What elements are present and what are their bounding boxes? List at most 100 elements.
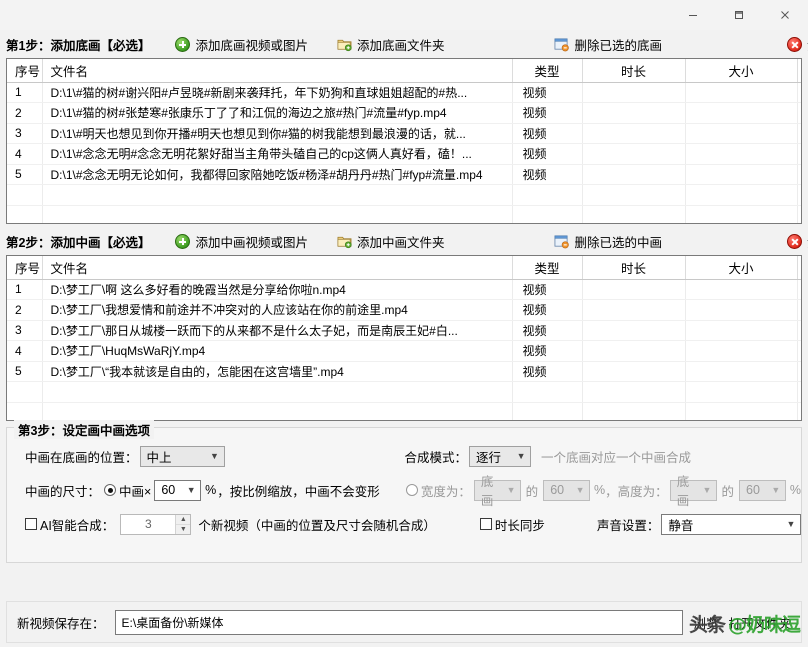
- table-row[interactable]: 5 D:\梦工厂\“我本就该是自由的，怎能困在这宫墙里”.mp4 视频: [7, 361, 801, 382]
- cell-index: [7, 402, 43, 420]
- step2-clear-table-button[interactable]: 清空表格: [787, 232, 808, 251]
- table-row[interactable]: 4 D:\梦工厂\HuqMsWaRjY.mp4 视频: [7, 340, 801, 362]
- table-row[interactable]: [7, 381, 801, 403]
- table-row[interactable]: [7, 184, 801, 206]
- cell-spacer: [797, 164, 801, 185]
- table-row[interactable]: 1 D:\1\#猫的树#谢兴阳#卢昱晓#新剧来袭拜托，年下奶狗和直球姐姐超配的#…: [7, 82, 801, 103]
- cell-spacer: [797, 184, 801, 206]
- browse-button[interactable]: 浏览: [693, 613, 718, 632]
- maximize-icon: [735, 11, 743, 19]
- cell-index: 4: [7, 340, 43, 362]
- table-row[interactable]: 1 D:\梦工厂\啊 这么多好看的晚霞当然是分享给你啦n.mp4 视频: [7, 279, 801, 300]
- table-row[interactable]: 3 D:\1\#明天也想见到你开播#明天也想见到你#猫的树我能想到最浪漫的话，就…: [7, 123, 801, 144]
- step2-table-body: 1 D:\梦工厂\啊 这么多好看的晚霞当然是分享给你啦n.mp4 视频 2 D:…: [7, 279, 801, 420]
- step1-add-folder-label: 添加底画文件夹: [356, 38, 445, 53]
- step1-delete-selected-button[interactable]: 删除已选的底画: [554, 35, 662, 54]
- step1-add-folder-button[interactable]: 添加底画文件夹: [337, 35, 445, 54]
- scale-radio[interactable]: [104, 484, 117, 496]
- height-value-select[interactable]: 60 ▼: [739, 479, 786, 501]
- cell-type: 视频: [512, 279, 583, 300]
- position-select[interactable]: 中上 ▼: [139, 445, 225, 467]
- spin-up-icon[interactable]: ▲: [176, 515, 191, 525]
- sound-select[interactable]: 静音 ▼: [661, 513, 801, 535]
- step2-table: 序号 文件名 类型 时长 大小 1 D:\梦工厂\啊 这么多好看的晚霞当然是分享…: [7, 256, 801, 420]
- cell-spacer: [797, 82, 801, 103]
- ai-count-spin-buttons[interactable]: ▲ ▼: [175, 514, 191, 534]
- cell-spacer: [797, 320, 801, 341]
- width-height-radio[interactable]: [405, 484, 418, 496]
- close-button[interactable]: [762, 0, 808, 30]
- chevron-down-icon: ▼: [786, 519, 796, 529]
- save-path-input[interactable]: [119, 614, 679, 630]
- step3-title: 第3步：设定画中画选项: [14, 420, 154, 439]
- step2-table-container[interactable]: 序号 文件名 类型 时长 大小 1 D:\梦工厂\啊 这么多好看的晚霞当然是分享…: [6, 255, 802, 421]
- step1-add-media-button[interactable]: 添加底画视频或图片: [175, 35, 308, 54]
- cell-duration: [582, 279, 686, 300]
- table-row[interactable]: 3 D:\梦工厂\那日从城楼一跃而下的从来都不是什么太子妃，而是南辰王妃#白..…: [7, 320, 801, 341]
- minimize-icon: [689, 15, 697, 16]
- scale-value-select[interactable]: 60 ▼: [154, 479, 202, 501]
- chevron-down-icon: ▼: [186, 485, 196, 495]
- maximize-button[interactable]: [716, 0, 762, 30]
- cell-duration: [582, 102, 686, 124]
- cell-index: 1: [7, 82, 43, 103]
- step2-delete-selected-button[interactable]: 删除已选的中画: [554, 232, 662, 251]
- duration-sync-checkbox[interactable]: [479, 518, 492, 530]
- ai-count-stepper[interactable]: ▲ ▼: [120, 513, 192, 535]
- open-folder-button[interactable]: 打开文件夹: [728, 613, 791, 632]
- step2-add-media-label: 添加中画视频或图片: [195, 235, 308, 250]
- width-value-select[interactable]: 60 ▼: [543, 479, 591, 501]
- position-select-value: 中上: [146, 450, 172, 465]
- column-header-size[interactable]: 大小: [685, 256, 798, 280]
- table-row[interactable]: 2 D:\梦工厂\我想爱情和前途并不冲突对的人应该站在你的前途里.mp4 视频: [7, 299, 801, 321]
- cell-size: [685, 279, 798, 300]
- cell-spacer: [797, 143, 801, 165]
- column-header-type[interactable]: 类型: [512, 59, 583, 83]
- cell-size: [685, 143, 798, 165]
- mode-select-value: 逐行: [476, 450, 502, 465]
- step1-table-container[interactable]: 序号 文件名 类型 时长 大小 1 D:\1\#猫的树#谢兴阳#卢昱晓#新剧来袭…: [6, 58, 802, 224]
- column-header-size[interactable]: 大小: [685, 59, 798, 83]
- cell-duration: [582, 381, 686, 403]
- column-header-index[interactable]: 序号: [7, 59, 43, 83]
- save-path-field[interactable]: [114, 609, 684, 635]
- column-header-type[interactable]: 类型: [512, 256, 583, 280]
- cell-type: [512, 381, 583, 403]
- minimize-button[interactable]: [670, 0, 716, 30]
- table-row[interactable]: [7, 402, 801, 420]
- table-row[interactable]: 4 D:\1\#念念无明#念念无明花絮好甜当主角带头磕自己的cp这俩人真好看，磕…: [7, 143, 801, 165]
- table-row[interactable]: 5 D:\1\#念念无明无论如何，我都得回家陪她吃饭#杨泽#胡丹丹#热门#fyp…: [7, 164, 801, 185]
- cell-duration: [582, 299, 686, 321]
- table-row[interactable]: [7, 205, 801, 223]
- cell-type: 视频: [512, 123, 583, 144]
- cell-duration: [582, 143, 686, 165]
- column-header-filename[interactable]: 文件名: [42, 256, 513, 280]
- spin-down-icon[interactable]: ▼: [176, 525, 190, 534]
- duration-sync-label: 时长同步: [494, 518, 545, 533]
- step2-add-media-button[interactable]: 添加中画视频或图片: [175, 232, 308, 251]
- ai-count-input[interactable]: [121, 514, 176, 534]
- column-header-duration[interactable]: 时长: [582, 59, 686, 83]
- column-header-filename[interactable]: 文件名: [42, 59, 513, 83]
- step2-add-folder-button[interactable]: 添加中画文件夹: [337, 232, 444, 251]
- cell-duration: [582, 123, 686, 144]
- height-of-label: 的: [721, 484, 735, 499]
- column-header-index[interactable]: 序号: [7, 256, 43, 280]
- step1-clear-table-button[interactable]: 清空表格: [787, 35, 808, 54]
- cell-size: [685, 402, 798, 420]
- clear-table-icon: [787, 233, 802, 249]
- table-row[interactable]: 2 D:\1\#猫的树#张楚寒#张康乐丁了了和江侃的海边之旅#热门#流量#fyp…: [7, 102, 801, 124]
- mode-select[interactable]: 逐行 ▼: [469, 445, 532, 467]
- cell-filename: D:\梦工厂\那日从城楼一跃而下的从来都不是什么太子妃，而是南辰王妃#白...: [42, 320, 513, 341]
- cell-index: 2: [7, 102, 43, 124]
- height-base-select[interactable]: 底画 ▼: [669, 475, 717, 508]
- width-base-select[interactable]: 底画 ▼: [473, 475, 521, 508]
- width-of-label: 的: [525, 484, 539, 499]
- cell-size: [685, 320, 798, 341]
- cell-size: [685, 184, 798, 206]
- column-header-duration[interactable]: 时长: [582, 256, 686, 280]
- cell-type: 视频: [512, 299, 583, 321]
- cell-size: [685, 299, 798, 321]
- ai-composite-checkbox[interactable]: [25, 518, 37, 530]
- cell-type: 视频: [512, 320, 583, 341]
